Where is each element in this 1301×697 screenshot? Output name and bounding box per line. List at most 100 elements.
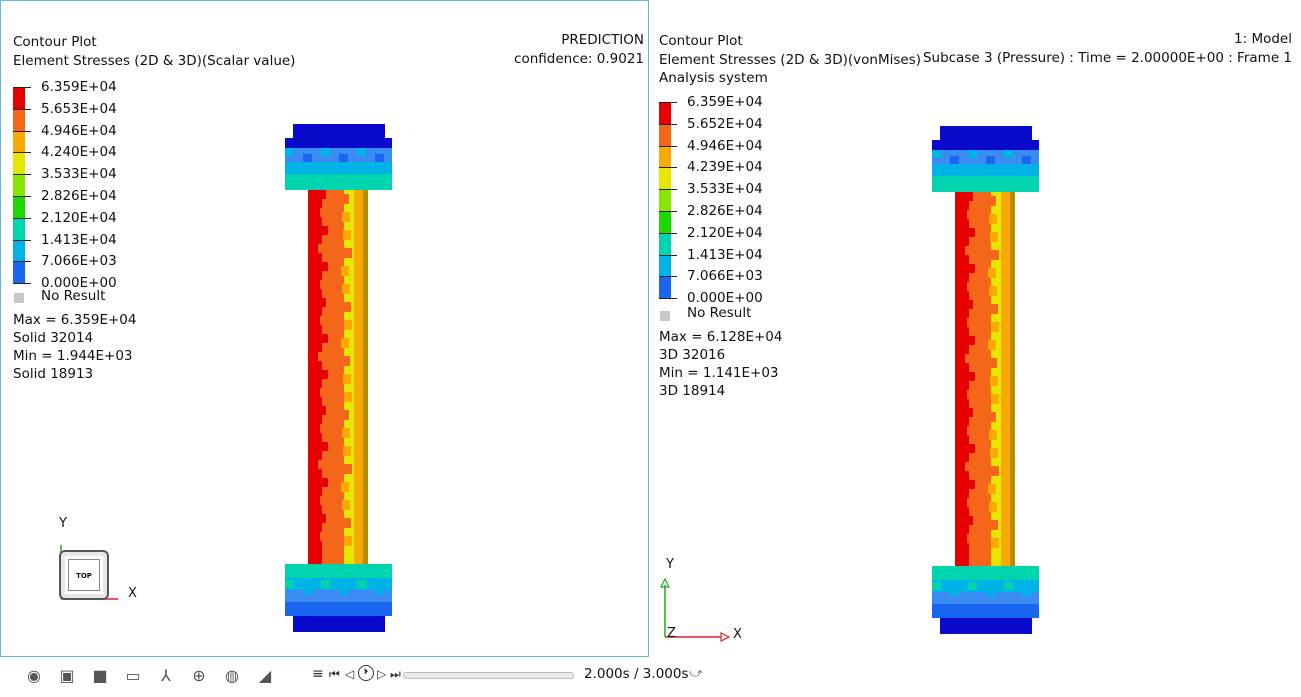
contour-cell xyxy=(965,408,973,417)
right-stat-max: Max = 6.128E+04 xyxy=(659,329,783,345)
next-frame-button[interactable]: ▷ xyxy=(377,665,386,683)
right-legend-row: 4.946E+04 xyxy=(659,137,859,169)
eye-icon[interactable]: ◉ xyxy=(22,664,46,686)
first-frame-button[interactable]: ⏮ xyxy=(329,665,340,683)
left-legend-label: 4.240E+04 xyxy=(41,144,117,161)
contour-cell xyxy=(989,358,997,368)
contour-cell xyxy=(344,392,352,402)
prediction-confidence: confidence: 0.9021 xyxy=(514,50,644,67)
contour-cell xyxy=(375,586,384,594)
contour-cell xyxy=(343,230,351,240)
contour-cell xyxy=(967,480,975,489)
model-title: 1: Model xyxy=(1234,31,1292,47)
right-legend-row: 1.413E+04 xyxy=(659,246,859,278)
left-legend-tick xyxy=(13,174,31,176)
contour-cell xyxy=(986,588,995,596)
contour-cell xyxy=(303,154,312,162)
right-plot-title: Contour Plot xyxy=(659,33,743,49)
contour-cell xyxy=(986,156,995,164)
contour-cell xyxy=(991,250,999,260)
contour-cell xyxy=(293,616,385,632)
contour-cell xyxy=(342,284,350,294)
previous-frame-button[interactable]: ◁ xyxy=(345,665,354,683)
contour-cell xyxy=(940,618,1032,634)
left-legend-row: 7.066E+03 xyxy=(13,252,213,285)
zoom-icon[interactable]: ⊕ xyxy=(187,664,211,686)
left-corner-info: PREDICTION confidence: 0.9021 xyxy=(514,31,644,68)
right-legend-tick xyxy=(659,102,677,103)
contour-cell xyxy=(991,466,999,476)
contour-cell xyxy=(375,154,384,162)
contour-cell xyxy=(344,248,352,258)
left-legend-tick xyxy=(13,261,31,263)
left-axis-y-label: Y xyxy=(59,516,67,531)
left-plot-title: Contour Plot xyxy=(13,34,97,50)
legend-icon[interactable]: ▭ xyxy=(121,664,145,686)
right-no-result-swatch xyxy=(660,311,670,321)
contour-cell xyxy=(967,210,975,219)
left-legend-tick xyxy=(13,239,31,241)
right-stat-min: Min = 1.141E+03 xyxy=(659,365,779,381)
contour-cell xyxy=(339,154,348,162)
contour-cell xyxy=(932,176,1039,192)
right-viewport[interactable]: Contour Plot Element Stresses (2D & 3D)(… xyxy=(651,0,1301,657)
left-legend-row: 4.946E+04 xyxy=(13,122,213,154)
contour-cell xyxy=(320,334,328,343)
right-axis-z-label: Z xyxy=(667,626,676,641)
left-no-result-label: No Result xyxy=(41,288,106,304)
contour-cell xyxy=(940,126,1032,140)
axes-icon[interactable]: ⅄ xyxy=(154,664,178,686)
contour-cell xyxy=(285,564,392,578)
left-legend-row: 3.533E+04 xyxy=(13,165,213,197)
contour-cell xyxy=(967,264,975,273)
view-cube[interactable]: TOP xyxy=(59,550,109,600)
right-axis-x-label: X xyxy=(733,627,742,642)
animation-menu-button[interactable]: ≡ xyxy=(312,665,324,683)
contour-cell xyxy=(341,338,349,348)
animation-timeline-slider[interactable] xyxy=(403,672,574,679)
contour-cell xyxy=(932,150,941,158)
contour-cell xyxy=(320,388,328,397)
animation-time-readout: 2.000s / 3.000s xyxy=(584,666,689,682)
left-plot-header: Contour Plot Element Stresses (2D & 3D)(… xyxy=(13,33,295,70)
contour-cell xyxy=(991,538,999,548)
contour-cell xyxy=(950,588,959,596)
right-legend-row: 4.239E+04 xyxy=(659,158,859,191)
slice-icon[interactable]: ◢ xyxy=(253,664,277,686)
play-button[interactable]: ⏵ xyxy=(358,665,374,681)
cube-icon[interactable]: ■ xyxy=(88,664,112,686)
contour-cell xyxy=(320,226,328,235)
contour-cell xyxy=(320,496,328,505)
left-legend-row: 5.653E+04 xyxy=(13,100,213,132)
left-viewport[interactable]: Contour Plot Element Stresses (2D & 3D)(… xyxy=(0,0,649,657)
right-corner-info: 1: Model Subcase 3 (Pressure) : Time = 2… xyxy=(923,30,1292,67)
last-frame-button[interactable]: ⏭ xyxy=(390,665,401,683)
left-legend-label: 2.120E+04 xyxy=(41,209,117,226)
contour-cell xyxy=(967,444,975,453)
contour-cell xyxy=(967,282,975,291)
contour-cell xyxy=(321,580,330,588)
contour-cell xyxy=(968,150,977,158)
contour-cell xyxy=(320,208,328,217)
camera-icon[interactable]: ▣ xyxy=(55,664,79,686)
contour-cell xyxy=(318,514,326,523)
contour-cell xyxy=(318,298,326,307)
view-cube-top-face[interactable]: TOP xyxy=(68,559,100,591)
contour-cell xyxy=(320,424,328,433)
contour-cell xyxy=(320,532,328,541)
left-legend-label: 1.413E+04 xyxy=(41,231,117,248)
left-stat-min: Min = 1.944E+03 xyxy=(13,348,133,364)
left-plot-subtitle: Element Stresses (2D & 3D)(Scalar value) xyxy=(13,52,296,69)
curve-icon[interactable]: ⤻ xyxy=(689,665,703,683)
contour-cell xyxy=(965,246,973,255)
contour-cell xyxy=(1001,192,1010,566)
contour-cell xyxy=(363,190,368,564)
right-legend-label: 4.946E+04 xyxy=(687,137,763,154)
contour-cell xyxy=(285,602,392,616)
3d-icon[interactable]: ◍ xyxy=(220,664,244,686)
contour-cell xyxy=(989,286,997,296)
contour-cell xyxy=(967,426,975,435)
right-legend-label: 3.533E+04 xyxy=(687,181,763,198)
contour-cell xyxy=(321,148,330,156)
left-legend-tick xyxy=(13,152,31,154)
